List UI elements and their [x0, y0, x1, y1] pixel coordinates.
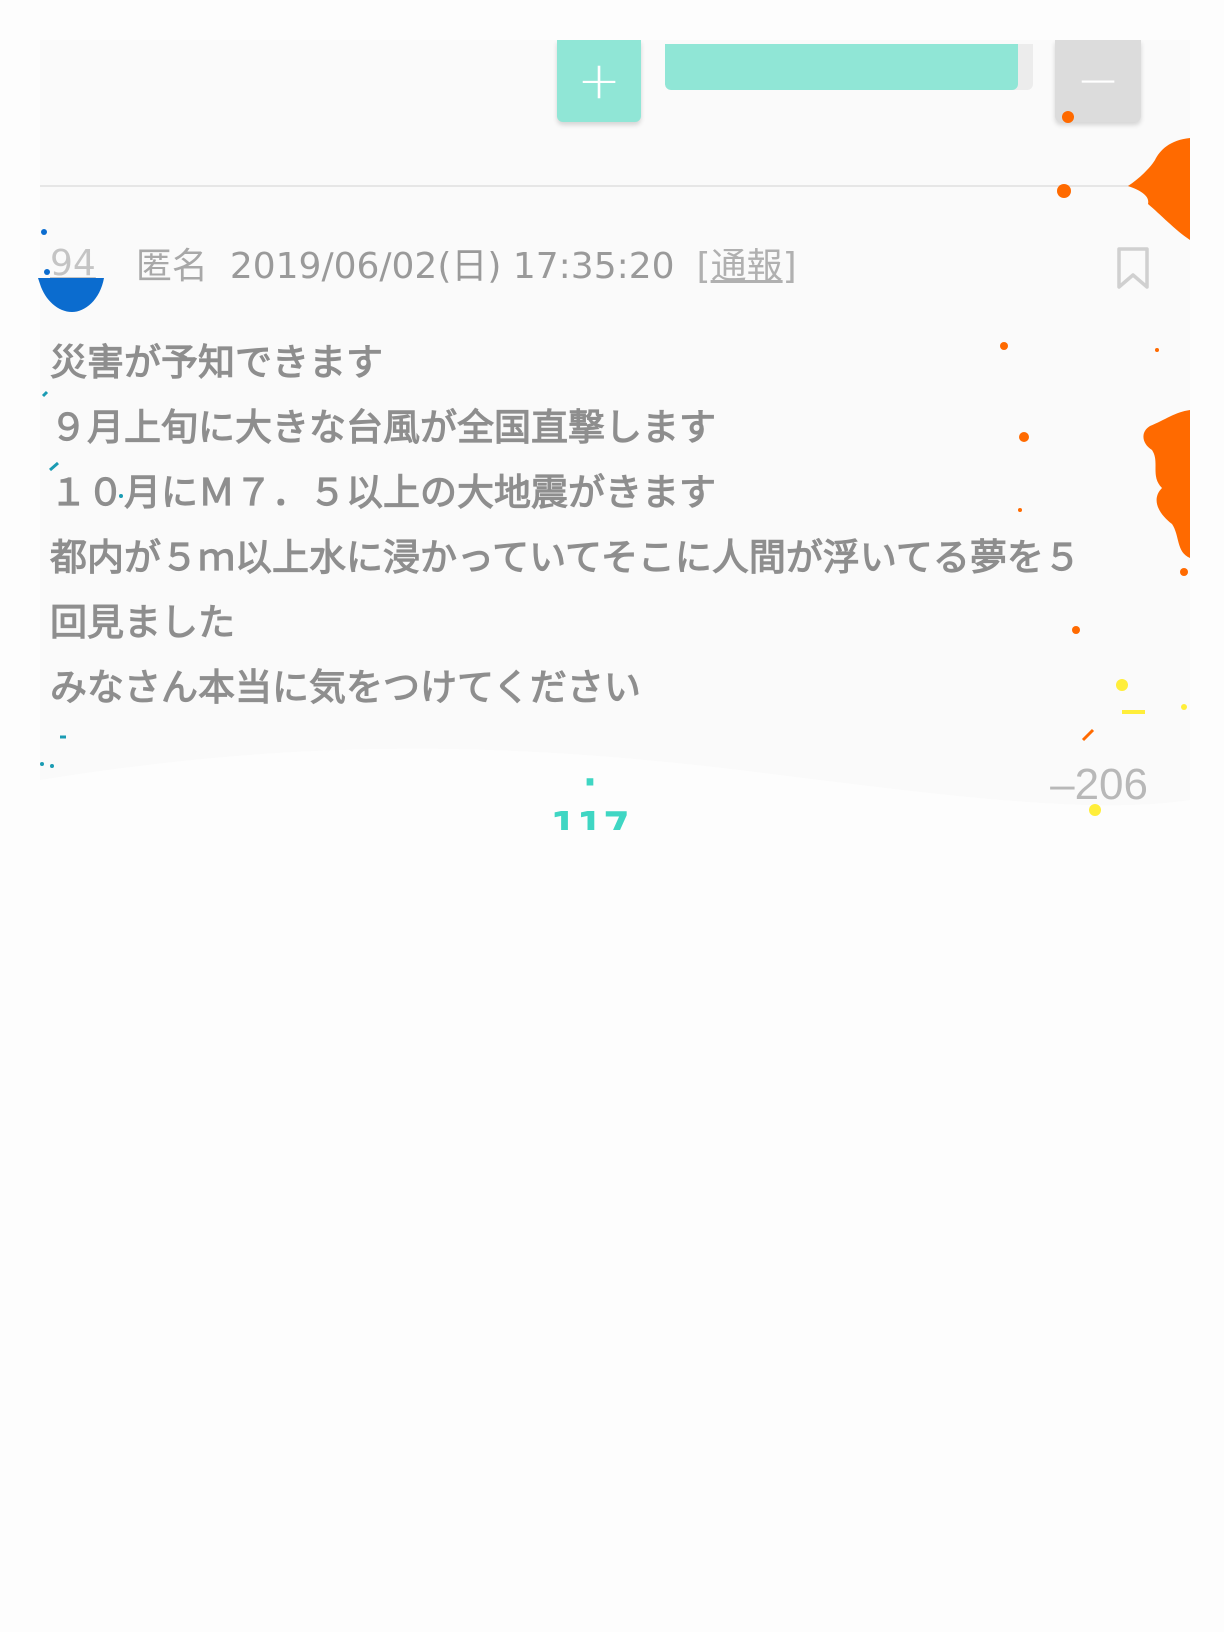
comment-line: １０月にＭ７．５以上の大地震がきます [50, 471, 716, 514]
comment-line: 都内が５ｍ以上水に浸かっていてそこに人間が浮いてる夢を５ [50, 536, 1081, 579]
report-bracket-close: ] [782, 246, 797, 287]
report-bracket-open: [ [696, 246, 711, 287]
plus-count-value: 117 [550, 804, 630, 830]
comment-line: みなさん本当に気をつけてください [50, 666, 641, 709]
report-link[interactable]: 通報 [711, 246, 783, 287]
comment-number-link[interactable]: 94 [50, 243, 96, 284]
rating-bar [665, 44, 1033, 90]
plus-count: · 117 [540, 760, 640, 830]
report-wrapper: [通報] [697, 237, 797, 289]
plus-icon: + [577, 51, 621, 111]
dot-icon: · [582, 760, 598, 804]
minus-vote-button[interactable]: − [1055, 40, 1141, 122]
comment-author: 匿名 [135, 246, 208, 287]
minus-count: –206 [998, 760, 1148, 810]
plus-vote-button[interactable]: + [557, 40, 641, 122]
bookmark-icon[interactable] [1115, 246, 1151, 290]
comment-body: 災害が予知できます ９月上旬に大きな台風が全国直撃します １０月にＭ７．５以上の… [50, 330, 1160, 720]
screenshot-canvas: + − 94 匿名 2019/06/02(日) 17:35:20 [通報] 災害… [0, 0, 1224, 1632]
comment-datetime: 2019/06/02(日) 17:35:20 [229, 246, 675, 287]
rating-bar-fill [665, 44, 1019, 90]
minus-count-value: 206 [1074, 760, 1148, 809]
dash-icon: – [1050, 760, 1075, 809]
minus-icon: − [1076, 51, 1120, 111]
divider [40, 185, 1190, 187]
comment-line: ９月上旬に大きな台風が全国直撃します [50, 406, 716, 449]
comment-line: 回見ました [50, 601, 235, 644]
comment-meta: 94 匿名 2019/06/02(日) 17:35:20 [通報] [50, 238, 797, 288]
comment-line: 災害が予知できます [50, 341, 383, 384]
comment-card: + − 94 匿名 2019/06/02(日) 17:35:20 [通報] 災害… [40, 40, 1190, 830]
